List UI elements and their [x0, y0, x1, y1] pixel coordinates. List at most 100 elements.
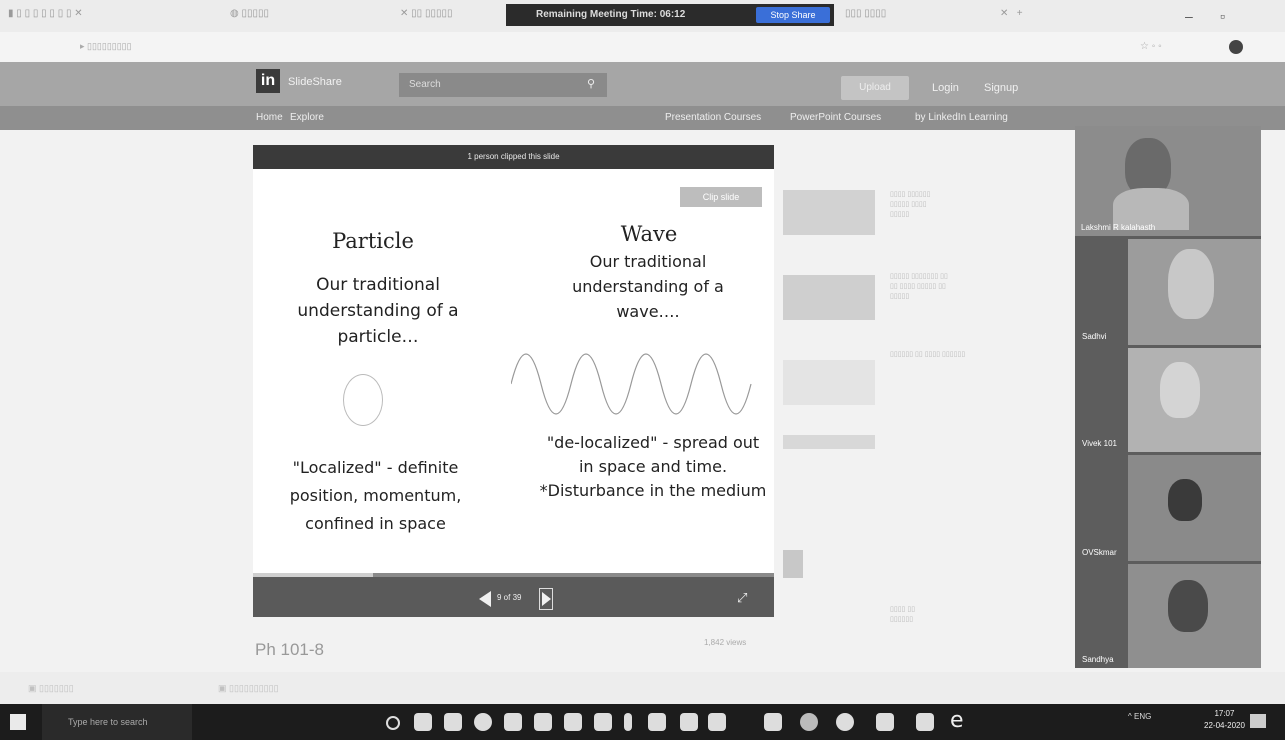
- address-bar[interactable]: ▸ ▯▯▯▯▯▯▯▯▯ ☆ ◦ ◦: [0, 32, 1285, 62]
- nav-explore[interactable]: Explore: [290, 112, 324, 123]
- related-item-text[interactable]: ▯▯▯▯▯ ▯▯▯▯▯▯▯ ▯▯ ▯▯ ▯▯▯▯ ▯▯▯▯▯ ▯▯ ▯▯▯▯▯: [890, 272, 1030, 302]
- linkedin-logo[interactable]: in: [256, 69, 280, 93]
- related-item-text[interactable]: ▯▯▯▯ ▯▯ ▯▯▯▯▯▯: [890, 605, 1030, 625]
- taskbar-app-icon[interactable]: [414, 713, 432, 731]
- new-tab-icon[interactable]: ✕ +: [1000, 8, 1023, 24]
- windows-taskbar: Type here to search e ^ ENG 17:07 22-04-…: [0, 704, 1285, 740]
- participant-face: [1168, 580, 1208, 632]
- taskbar-app-icon[interactable]: [648, 713, 666, 731]
- view-count: 1,842 views: [704, 638, 747, 647]
- clip-slide-button[interactable]: Clip slide: [680, 187, 762, 207]
- taskbar-app-icon[interactable]: [916, 713, 934, 731]
- download-item[interactable]: ▣ ▯▯▯▯▯▯▯: [28, 683, 74, 694]
- presentation-title: Ph 101-8: [255, 640, 324, 659]
- download-item[interactable]: ▣ ▯▯▯▯▯▯▯▯▯▯: [218, 683, 279, 694]
- clock-date: 22-04-2020: [1204, 721, 1245, 730]
- delocalized-text: "de-localized" - spread out in space and…: [539, 433, 767, 500]
- nav-presentation-courses[interactable]: Presentation Courses: [665, 112, 761, 123]
- participant-video[interactable]: OVSkmar: [1082, 455, 1261, 561]
- acrobat-icon[interactable]: [876, 713, 894, 731]
- related-thumbnail[interactable]: [783, 435, 875, 449]
- player-controls: 9 of 39 ⤢: [253, 573, 774, 617]
- localized-text: "Localized" - definite position, momentu…: [289, 458, 462, 533]
- participant-face: [1168, 249, 1214, 319]
- search-input[interactable]: Search ⚲: [399, 73, 607, 97]
- extension-icons[interactable]: ☆ ◦ ◦: [1140, 41, 1162, 52]
- maximize-icon[interactable]: ▫: [1220, 8, 1225, 24]
- taskbar-app-icon[interactable]: [534, 713, 552, 731]
- slide-progress-bar[interactable]: [253, 573, 774, 577]
- tray-chevron-icon[interactable]: ^: [1128, 712, 1132, 721]
- browser-tab[interactable]: ✕ ▯▯ ▯▯▯▯▯: [400, 8, 452, 24]
- participant-face: [1168, 479, 1202, 521]
- slide-progress-fill: [253, 573, 373, 577]
- download-bar: ▣ ▯▯▯▯▯▯▯ ▣ ▯▯▯▯▯▯▯▯▯▯: [0, 672, 1285, 704]
- participant-video[interactable]: Sadhvi: [1082, 239, 1261, 345]
- participant-video[interactable]: Vivek 101: [1082, 348, 1261, 452]
- chrome-icon[interactable]: [800, 713, 818, 731]
- particle-description: Our traditional understanding of a parti…: [297, 275, 459, 347]
- browser-tab[interactable]: ◍ ▯▯▯▯▯: [230, 8, 269, 24]
- taskbar-search-placeholder: Type here to search: [68, 717, 148, 727]
- participant-name: OVSkmar: [1082, 548, 1117, 557]
- participant-name: Sadhvi: [1082, 332, 1107, 341]
- profile-avatar[interactable]: [1229, 40, 1243, 54]
- taskbar-search-input[interactable]: Type here to search: [42, 704, 192, 740]
- meeting-remaining-time: Remaining Meeting Time: 06:12: [536, 9, 686, 20]
- signup-link[interactable]: Signup: [984, 82, 1018, 94]
- sine-wave-icon: [511, 353, 752, 415]
- taskbar-app-icon[interactable]: [564, 713, 582, 731]
- url-field[interactable]: ▸ ▯▯▯▯▯▯▯▯▯: [80, 41, 132, 52]
- meeting-control-bar: Remaining Meeting Time: 06:12 Stop Share: [506, 4, 834, 26]
- notifications-icon[interactable]: [1250, 714, 1266, 728]
- next-slide-icon[interactable]: [539, 588, 553, 610]
- participant-name: Sandhya: [1082, 655, 1114, 664]
- login-link[interactable]: Login: [932, 82, 959, 94]
- related-thumbnail[interactable]: [783, 360, 875, 405]
- taskbar-app-icon[interactable]: [444, 713, 462, 731]
- browser-tab-bar: ▮ ▯ ▯ ▯ ▯ ▯ ▯ ▯ ✕ ◍ ▯▯▯▯▯ ✕ ▯▯ ▯▯▯▯▯ Rem…: [0, 0, 1285, 32]
- related-item-text[interactable]: ▯▯▯▯ ▯▯▯▯▯▯ ▯▯▯▯▯ ▯▯▯▯ ▯▯▯▯▯: [890, 190, 1030, 220]
- taskbar-app-icon[interactable]: [474, 713, 492, 731]
- minimize-icon[interactable]: –: [1185, 8, 1193, 24]
- participant-name: Vivek 101: [1082, 439, 1117, 448]
- file-explorer-icon[interactable]: [504, 713, 522, 731]
- browser-tab[interactable]: ▮ ▯ ▯ ▯ ▯ ▯ ▯ ▯ ✕: [8, 8, 83, 24]
- slide-viewer: Clip slide Particle Our traditional unde…: [253, 169, 774, 573]
- nav-linkedin-learning[interactable]: by LinkedIn Learning: [915, 112, 1008, 123]
- taskbar-clock[interactable]: 17:07 22-04-2020: [1204, 708, 1245, 732]
- search-icon[interactable]: ⚲: [587, 77, 595, 90]
- related-thumbnail[interactable]: [783, 550, 803, 578]
- related-thumbnail[interactable]: [783, 275, 875, 320]
- fullscreen-icon[interactable]: ⤢: [737, 590, 747, 606]
- calculator-icon[interactable]: [680, 713, 698, 731]
- previous-slide-icon[interactable]: [479, 591, 491, 607]
- related-thumbnail[interactable]: [783, 190, 875, 235]
- participant-name: Lakshmi R kalahasth: [1081, 223, 1156, 232]
- search-placeholder: Search: [409, 79, 441, 90]
- cortana-icon[interactable]: [386, 716, 400, 730]
- wave-heading: Wave: [620, 222, 678, 246]
- taskbar-app-icon[interactable]: [708, 713, 726, 731]
- particle-circle-icon: [343, 374, 383, 426]
- brand-name[interactable]: SlideShare: [288, 76, 342, 88]
- windows-start-icon[interactable]: [10, 714, 26, 730]
- nav-home[interactable]: Home: [256, 112, 283, 123]
- system-tray[interactable]: ^ ENG: [1128, 712, 1151, 721]
- taskbar-app-icon[interactable]: [594, 713, 612, 731]
- clipped-notice: 1 person clipped this slide: [253, 145, 774, 169]
- input-language[interactable]: ENG: [1134, 712, 1151, 721]
- zoom-icon[interactable]: [836, 713, 854, 731]
- taskbar-app-icon[interactable]: [764, 713, 782, 731]
- upload-button[interactable]: Upload: [841, 76, 909, 100]
- stop-share-button[interactable]: Stop Share: [756, 7, 830, 23]
- participant-video[interactable]: Sandhya: [1082, 564, 1261, 668]
- participant-video[interactable]: Lakshmi R kalahasth: [1075, 126, 1261, 236]
- taskbar-app-icon[interactable]: [624, 713, 632, 731]
- particle-heading: Particle: [332, 229, 414, 253]
- slideshare-header: [0, 62, 1285, 106]
- nav-powerpoint-courses[interactable]: PowerPoint Courses: [790, 112, 881, 123]
- internet-explorer-icon[interactable]: e: [950, 708, 964, 733]
- related-item-text[interactable]: ▯▯▯▯▯▯ ▯▯ ▯▯▯▯ ▯▯▯▯▯▯: [890, 350, 1030, 360]
- browser-tab[interactable]: ▯▯▯ ▯▯▯▯: [845, 8, 886, 24]
